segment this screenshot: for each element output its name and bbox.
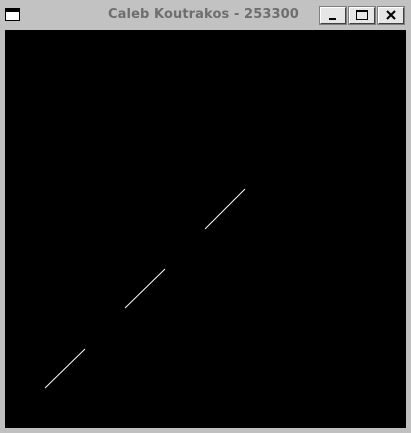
maximize-icon (356, 10, 368, 20)
canvas-line-segment (204, 188, 246, 230)
title-bar[interactable]: Caleb Koutrakos - 253300 (0, 0, 411, 30)
app-window: Caleb Koutrakos - 253300 (0, 0, 411, 433)
window-menu-icon[interactable] (5, 8, 20, 21)
window-menu-icon-bar (6, 9, 19, 12)
window-title: Caleb Koutrakos - 253300 (108, 7, 299, 22)
close-button[interactable] (377, 6, 405, 25)
minimize-button[interactable] (319, 6, 347, 25)
canvas-drawing (44, 188, 246, 389)
maximize-button[interactable] (348, 6, 376, 25)
canvas-line-segment (124, 268, 166, 309)
close-icon (386, 10, 396, 20)
canvas-line-segment (44, 348, 86, 389)
drawing-canvas[interactable] (5, 30, 406, 428)
minimize-icon (329, 18, 336, 20)
